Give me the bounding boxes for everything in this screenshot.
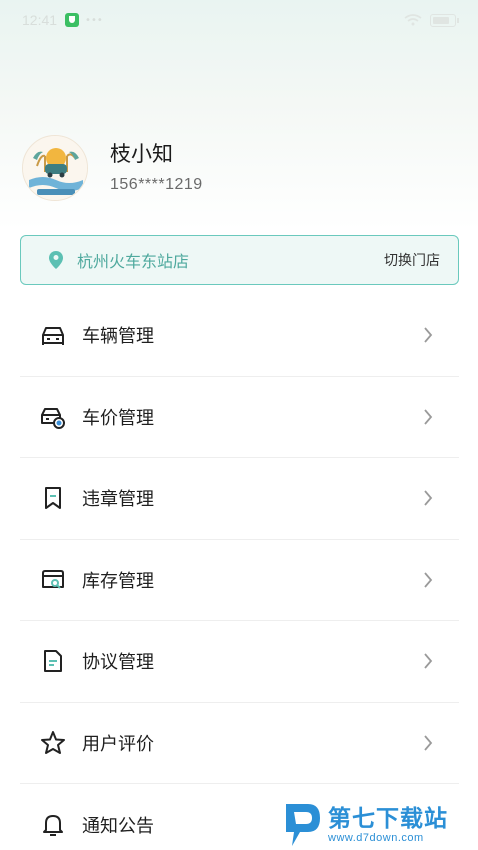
brand-logo-icon [23,136,87,200]
watermark: 第七下载站 www.d7down.com [282,800,474,850]
car-icon [42,327,64,346]
status-dots: ••• [85,14,103,26]
menu-item-vehicle-management[interactable]: 车辆管理 [20,295,459,377]
watermark-logo-icon [286,804,320,846]
star-icon [41,730,65,754]
chevron-right-icon [424,653,433,669]
battery-icon [430,13,459,27]
menu-item-inventory-management[interactable]: 库存管理 [20,540,459,621]
chevron-right-icon [424,735,433,751]
menu-item-car-price-management[interactable]: 车价管理 [20,377,459,458]
user-info: 枝小知 156****1219 [110,142,203,194]
chevron-right-icon [424,490,433,506]
menu-label: 车价管理 [82,407,154,429]
user-profile[interactable]: 枝小知 156****1219 [22,135,203,201]
menu-list: 车辆管理 车价管理 违章管理 库存管理 协议管理 用户评价 通知公告 [20,295,459,850]
inventory-icon [42,569,64,589]
user-name: 枝小知 [110,142,173,166]
bookmark-icon [45,487,61,510]
menu-item-violation-management[interactable]: 违章管理 [20,458,459,540]
menu-label: 用户评价 [82,733,154,755]
menu-item-agreement-management[interactable]: 协议管理 [20,621,459,703]
shield-icon [65,13,80,27]
status-time: 12:41 [22,12,58,28]
chevron-right-icon [424,409,433,425]
watermark-title: 第七下载站 [328,806,448,832]
menu-label: 通知公告 [82,815,154,837]
status-right [404,13,459,27]
menu-label: 协议管理 [82,652,154,674]
bell-icon [43,814,63,836]
user-phone: 156****1219 [110,176,203,193]
wifi-icon [404,14,422,26]
chevron-right-icon [424,572,433,588]
menu-label: 车辆管理 [82,326,154,348]
store-selector[interactable]: 杭州火车东站店 切换门店 [20,235,459,285]
menu-label: 违章管理 [82,489,154,511]
avatar[interactable] [22,135,88,201]
chevron-right-icon [424,327,433,343]
menu-label: 库存管理 [82,570,154,592]
status-bar: 12:41 ••• [0,0,478,40]
watermark-url: www.d7down.com [328,832,424,844]
menu-item-user-reviews[interactable]: 用户评价 [20,703,459,784]
store-name: 杭州火车东站店 [77,252,190,271]
location-pin-icon [49,251,63,269]
document-icon [44,650,62,673]
switch-store-button[interactable]: 切换门店 [384,250,440,270]
watermark-text: 第七下载站 www.d7down.com [328,806,448,844]
car-price-icon [41,407,65,429]
